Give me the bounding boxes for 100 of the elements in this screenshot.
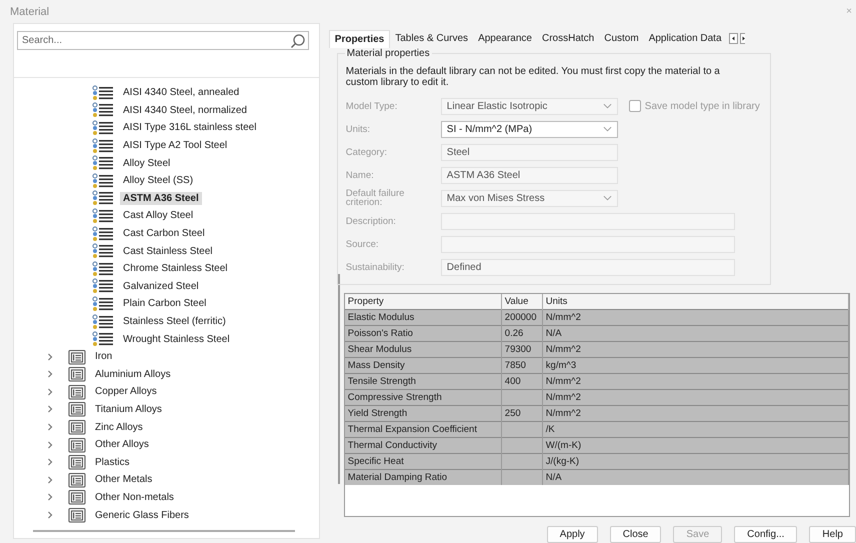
folder-item[interactable]: Generic Glass Fibers [92, 508, 192, 522]
material-item[interactable]: Stainless Steel (ferritic) [120, 315, 229, 328]
material-icon [92, 138, 114, 154]
material-item[interactable]: Galvanized Steel [120, 280, 202, 293]
tab[interactable]: Application Data [644, 30, 727, 47]
search-field[interactable]: Search... [17, 31, 309, 50]
material-icon [92, 226, 114, 242]
material-item[interactable]: AISI 4340 Steel, normalized [120, 104, 250, 117]
table-cell: Thermal Conductivity [344, 438, 502, 454]
table-cell: Tensile Strength [344, 374, 502, 390]
field-label: Default failure criterion: [346, 189, 406, 207]
table-cell: Mass Density [344, 358, 502, 374]
chevron-right-icon[interactable] [46, 370, 54, 378]
material-icon [92, 331, 114, 348]
material-item[interactable]: Cast Carbon Steel [120, 227, 208, 240]
search-icon [290, 32, 306, 48]
scroll-right-icon[interactable] [740, 33, 745, 44]
table-cell [501, 454, 542, 470]
table-cell [501, 390, 542, 406]
material-item[interactable]: Plain Carbon Steel [120, 297, 210, 310]
column-header[interactable]: Value [501, 294, 542, 310]
table-cell: N/mm^2 [542, 342, 848, 358]
table-cell: 400 [501, 374, 542, 390]
table-cell: /K [542, 422, 848, 438]
table-cell: Material Damping Ratio [344, 470, 502, 485]
tab[interactable]: Tables & Curves [390, 30, 474, 47]
chevron-right-icon[interactable] [46, 352, 54, 361]
folder-icon [68, 366, 86, 382]
table-cell: Compressive Strength [344, 390, 502, 406]
dialog-button[interactable]: Help [809, 526, 856, 543]
field-label: Name: [346, 170, 375, 180]
material-icon [92, 208, 114, 224]
material-item[interactable]: AISI 4340 Steel, annealed [120, 86, 242, 100]
folder-item[interactable]: Zinc Alloys [92, 420, 146, 434]
chevron-right-icon[interactable] [46, 476, 54, 484]
dropdown[interactable]: SI - N/mm^2 (MPa) [440, 120, 618, 138]
material-item[interactable]: AISI Type 316L stainless steel [120, 121, 260, 134]
material-icon [92, 102, 114, 118]
table-cell: N/mm^2 [542, 374, 848, 390]
tab[interactable]: CrossHatch [537, 30, 600, 47]
dialog-button[interactable]: Close [610, 526, 662, 543]
material-icon [92, 296, 114, 312]
field-label: Model Type: [346, 102, 398, 110]
field-label: Category: [346, 148, 388, 156]
table-cell: 0.26 [501, 326, 542, 342]
table-cell: N/mm^2 [542, 390, 848, 406]
folder-item[interactable]: Other Non-metals [92, 490, 177, 504]
dialog-button[interactable]: Apply [546, 526, 598, 543]
field-label: Description: [346, 216, 397, 226]
chevron-right-icon[interactable] [46, 440, 54, 449]
field-label: Source: [346, 240, 380, 248]
material-icon [92, 190, 114, 206]
folder-icon [68, 384, 86, 400]
chevron-right-icon[interactable] [46, 458, 54, 466]
notice-text: Materials in the default library can not be edited. You must first copy the material to a custom library to edit it. [346, 66, 721, 88]
folder-item[interactable]: Aluminium Alloys [92, 368, 174, 381]
scrollbar[interactable] [338, 274, 340, 484]
tab[interactable]: Appearance [473, 30, 537, 47]
material-item[interactable]: ASTM A36 Steel [120, 192, 202, 205]
material-item[interactable]: Wrought Stainless Steel [120, 332, 233, 346]
chevron-right-icon[interactable] [46, 511, 54, 520]
chevron-down-icon[interactable] [602, 126, 612, 132]
table-cell: W/(m-K) [542, 438, 848, 454]
material-icon [92, 172, 114, 189]
folder-icon [68, 401, 86, 418]
scroll-left-icon[interactable] [728, 33, 738, 44]
chevron-right-icon[interactable] [46, 493, 54, 502]
table-cell: N/A [542, 326, 848, 342]
material-item[interactable]: Cast Stainless Steel [120, 244, 216, 258]
table-cell: N/mm^2 [542, 310, 848, 326]
folder-item[interactable]: Titanium Alloys [92, 402, 165, 416]
table-cell [501, 470, 542, 485]
folder-item[interactable]: Copper Alloys [92, 385, 160, 398]
table-cell: Shear Modulus [344, 342, 502, 358]
column-header[interactable]: Property [344, 294, 502, 310]
chevron-right-icon[interactable] [46, 423, 54, 432]
window-title: Material [10, 6, 50, 18]
field-label: Units: [346, 124, 372, 134]
folder-item[interactable]: Other Alloys [92, 438, 152, 452]
folder-icon [68, 419, 86, 436]
chevron-right-icon[interactable] [46, 405, 54, 414]
material-icon [92, 278, 114, 294]
dialog-button[interactable]: Config... [734, 526, 798, 543]
search-input[interactable]: Search... [18, 35, 290, 46]
table-cell: Thermal Expansion Coefficient [344, 422, 502, 438]
material-item[interactable]: Cast Alloy Steel [120, 209, 196, 222]
material-item[interactable]: Alloy Steel [120, 156, 174, 170]
material-item[interactable]: Alloy Steel (SS) [120, 174, 196, 188]
folder-item[interactable]: Plastics [92, 456, 132, 469]
column-header[interactable]: Units [542, 294, 848, 310]
folder-item[interactable]: Iron [92, 350, 116, 364]
table-cell: 200000 [501, 310, 542, 326]
scrollbar[interactable] [33, 530, 295, 532]
material-item[interactable]: Chrome Stainless Steel [120, 262, 230, 276]
chevron-right-icon[interactable] [46, 388, 54, 396]
material-icon [92, 260, 114, 277]
tab[interactable]: Custom [599, 30, 644, 47]
folder-item[interactable]: Other Metals [92, 473, 156, 486]
material-item[interactable]: AISI Type A2 Tool Steel [120, 139, 230, 152]
tab[interactable]: Properties [328, 30, 390, 48]
